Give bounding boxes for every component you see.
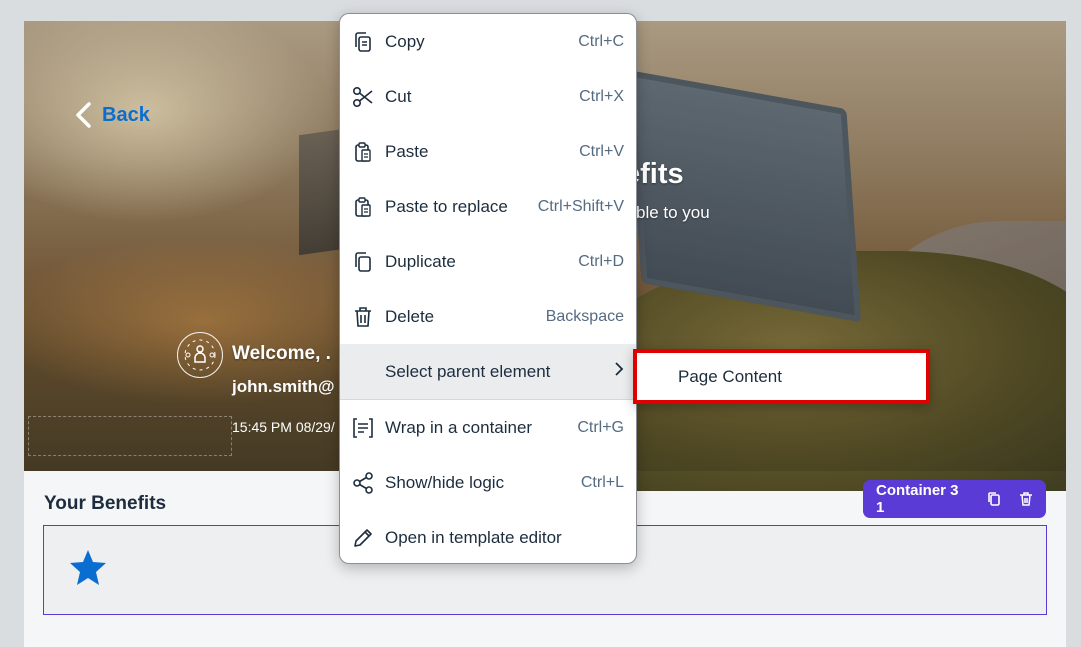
menu-item-shortcut: Ctrl+Shift+V [537,197,624,215]
back-button[interactable]: Back [74,101,150,129]
menu-item-cut[interactable]: Cut Ctrl+X [340,69,636,124]
menu-item-label: Delete [385,306,435,326]
share-logic-icon [352,471,374,494]
copy-icon [352,31,374,53]
avatar [177,332,223,378]
submenu-item-page-content[interactable]: Page Content [637,353,926,400]
container-label: Container 3 1 [876,482,959,516]
menu-item-shortcut: Ctrl+C [578,32,624,50]
clipboard-replace-icon [352,196,374,218]
user-icon [184,339,216,371]
star-icon [70,550,106,585]
context-menu: Copy Ctrl+C Cut Ctrl+X Paste Ctrl+V Past… [339,13,637,564]
menu-item-shortcut: Ctrl+G [577,418,624,436]
wrap-container-icon [352,417,374,439]
container-delete-button[interactable] [1014,487,1037,511]
menu-item-shortcut: Ctrl+L [580,473,624,491]
section-title: Your Benefits [44,493,167,514]
hero-subtitle: ble to you [636,203,710,222]
welcome-text: Welcome, . [232,343,331,364]
clipboard-icon [352,141,374,163]
chevron-right-icon [614,361,624,382]
parent-submenu: Page Content [633,349,930,404]
menu-item-shortcut: Ctrl+D [578,252,624,270]
scissors-icon [352,86,374,108]
menu-item-open-template-editor[interactable]: Open in template editor [340,510,636,563]
back-label: Back [102,103,150,126]
menu-item-label: Paste to replace [385,196,508,216]
menu-item-shortcut: Backspace [545,307,624,325]
menu-item-select-parent[interactable]: Select parent element [340,344,636,399]
menu-item-label: Paste [385,141,429,161]
menu-item-shortcut: Ctrl+V [579,142,624,160]
trash-icon [352,306,374,328]
menu-item-delete[interactable]: Delete Backspace [340,289,636,344]
menu-item-paste-to-replace[interactable]: Paste to replace Ctrl+Shift+V [340,179,636,234]
menu-item-label: Select parent element [385,361,551,381]
copy-icon [987,492,1000,506]
menu-item-label: Open in template editor [385,527,562,547]
container-copy-button[interactable] [982,487,1005,511]
menu-item-label: Cut [385,86,412,106]
menu-item-label: Duplicate [385,251,456,271]
menu-item-label: Copy [385,31,425,51]
menu-item-show-hide-logic[interactable]: Show/hide logic Ctrl+L [340,455,636,510]
chevron-left-icon [76,102,91,128]
submenu-item-label: Page Content [678,366,782,386]
container-toolbar[interactable]: Container 3 1 [863,480,1046,518]
duplicate-icon [352,251,374,273]
menu-item-label: Show/hide logic [385,472,505,492]
menu-item-shortcut: Ctrl+X [579,87,624,105]
menu-item-copy[interactable]: Copy Ctrl+C [340,14,636,69]
selection-outline [28,416,232,456]
menu-item-label: Wrap in a container [385,417,533,437]
datetime-text: 15:45 PM 08/29/ [232,419,335,435]
menu-item-duplicate[interactable]: Duplicate Ctrl+D [340,234,636,289]
email-text: john.smith@ [232,377,335,396]
menu-item-paste[interactable]: Paste Ctrl+V [340,124,636,179]
trash-icon [1019,492,1032,506]
pencil-icon [352,527,374,549]
menu-item-wrap-container[interactable]: Wrap in a container Ctrl+G [340,400,636,455]
